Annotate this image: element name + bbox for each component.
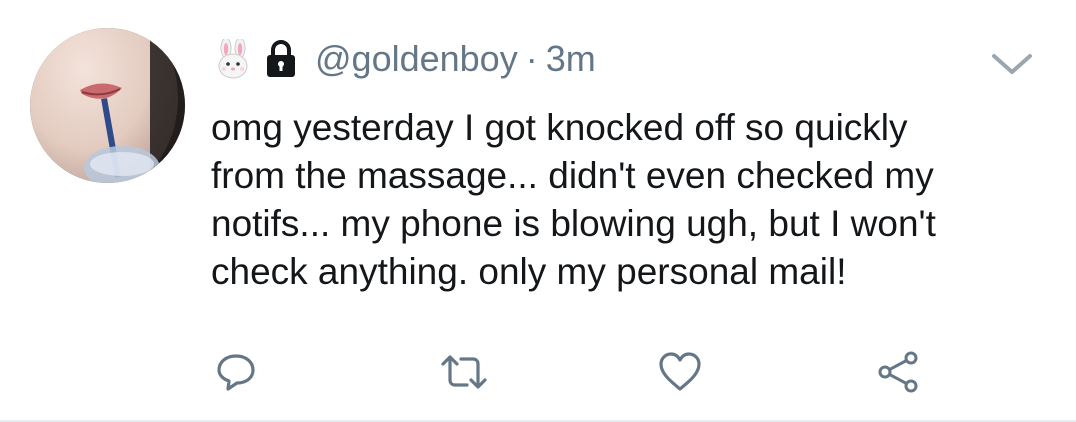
tweet-actions <box>0 346 1076 402</box>
avatar[interactable] <box>30 28 185 183</box>
tweet-text-line: check anything. only my personal mail! <box>211 251 847 292</box>
tweet[interactable]: @goldenboy · 3m omg yesterday I got knoc… <box>0 0 1076 422</box>
retweet-icon <box>439 350 489 399</box>
tweet-text-line: omg yesterday I got knocked off so quick… <box>211 107 908 148</box>
user-handle[interactable]: @goldenboy <box>315 34 518 84</box>
like-button[interactable] <box>652 346 708 402</box>
share-icon <box>875 350 921 399</box>
reply-icon <box>214 350 258 399</box>
like-icon <box>657 350 703 399</box>
tweet-header: @goldenboy · 3m <box>215 34 596 84</box>
separator-dot: · <box>525 38 538 79</box>
timestamp[interactable]: 3m <box>546 34 596 84</box>
lock-icon <box>263 39 299 79</box>
share-button[interactable] <box>870 346 926 402</box>
tweet-text: omg yesterday I got knocked off so quick… <box>211 104 1051 296</box>
tweet-text-line: from the massage... didn't even checked … <box>211 155 934 196</box>
chevron-down-icon[interactable] <box>988 46 1036 82</box>
tweet-text-line: notifs... my phone is blowing ugh, but I… <box>211 203 936 244</box>
retweet-button[interactable] <box>436 346 492 402</box>
rabbit-face-emoji-icon <box>215 39 251 79</box>
reply-button[interactable] <box>208 346 264 402</box>
